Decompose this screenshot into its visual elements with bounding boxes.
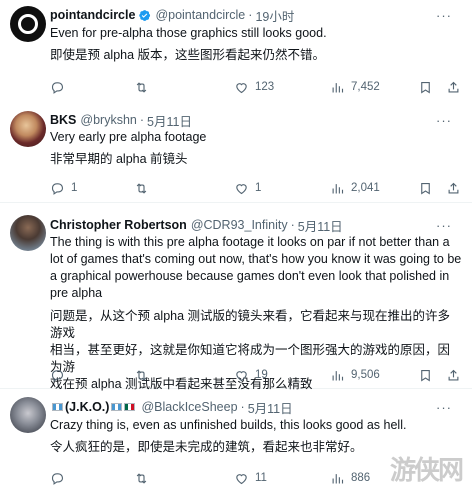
- tweet-2[interactable]: BKS @brykshn · 5月11日 ··· Very early pre …: [0, 105, 472, 203]
- retweet-icon: [136, 81, 147, 93]
- like-button[interactable]: 1: [234, 181, 261, 196]
- reply-icon: [51, 369, 64, 382]
- timestamp[interactable]: 5月11日: [298, 216, 343, 235]
- like-button[interactable]: 11: [234, 471, 267, 486]
- bookmark-icon: [421, 369, 430, 382]
- text-line-translation: 即使是预 alpha 版本，这些图形看起来仍然不错。: [50, 48, 326, 62]
- author-handle[interactable]: @CDR93_Infinity: [191, 218, 288, 232]
- author-name[interactable]: (J.K.O.): [65, 400, 109, 414]
- tweet-1[interactable]: pointandcircle @pointandcircle · 19小时 ··…: [0, 0, 472, 105]
- text-line: The thing is with this pre alpha footage…: [50, 235, 450, 249]
- retweet-button[interactable]: [134, 368, 155, 383]
- share-icon: [448, 182, 459, 193]
- share-button[interactable]: [446, 181, 461, 196]
- retweet-icon: [136, 369, 147, 381]
- separator: ·: [248, 8, 253, 22]
- author-handle[interactable]: @brykshn: [80, 113, 136, 127]
- author-name[interactable]: Christopher Robertson: [50, 218, 187, 232]
- views-button[interactable]: 2,041: [330, 181, 380, 196]
- reply-button[interactable]: [50, 471, 71, 486]
- views-icon: [332, 183, 344, 193]
- reply-button[interactable]: [50, 368, 71, 383]
- like-icon: [236, 370, 247, 381]
- like-icon: [236, 183, 247, 194]
- views-icon: [332, 473, 344, 483]
- flag-icon: [52, 403, 63, 411]
- bookmark-icon: [421, 81, 430, 94]
- reply-icon: [51, 81, 64, 94]
- reply-icon: [51, 472, 64, 485]
- text-line: Crazy thing is, even as unfinished build…: [50, 418, 407, 432]
- timestamp[interactable]: 5月11日: [248, 398, 293, 417]
- verified-badge-icon: [139, 9, 151, 21]
- views-icon: [332, 370, 344, 380]
- author-name[interactable]: pointandcircle: [50, 8, 135, 22]
- like-icon: [236, 82, 247, 93]
- flag-icons: [52, 403, 65, 411]
- text-line: Very early pre alpha footage: [50, 130, 207, 144]
- text-line: a graphical powerhouse because games don…: [50, 269, 450, 283]
- retweet-button[interactable]: [134, 80, 155, 95]
- author-handle[interactable]: @pointandcircle: [155, 8, 245, 22]
- text-line-translation: 非常早期的 alpha 前镜头: [50, 152, 188, 166]
- like-button[interactable]: 19: [234, 368, 268, 383]
- avatar[interactable]: [10, 111, 46, 147]
- share-button[interactable]: [446, 368, 461, 383]
- share-icon: [448, 369, 459, 380]
- share-button[interactable]: [446, 80, 461, 95]
- views-button[interactable]: 886: [330, 471, 370, 486]
- like-button[interactable]: 123: [234, 80, 274, 95]
- action-bar: 1 1 2,041: [50, 179, 462, 197]
- more-icon[interactable]: ···: [436, 8, 452, 23]
- separator: ·: [139, 113, 145, 127]
- flag-icons: [111, 403, 137, 411]
- retweet-button[interactable]: [134, 471, 155, 486]
- avatar[interactable]: [10, 6, 46, 42]
- timestamp[interactable]: 19小时: [255, 6, 294, 25]
- action-bar: 19 9,506: [50, 366, 462, 384]
- text-line: pre alpha: [50, 286, 103, 300]
- timestamp[interactable]: 5月11日: [147, 111, 192, 130]
- more-icon[interactable]: ···: [436, 400, 452, 415]
- watermark-logo: 游侠网: [389, 455, 464, 485]
- views-icon: [332, 82, 344, 92]
- separator: ·: [290, 218, 295, 232]
- flag-icon: [111, 403, 123, 411]
- avatar[interactable]: [10, 215, 46, 251]
- share-icon: [448, 81, 459, 92]
- text-line: lot of games that's coming out now, that…: [50, 252, 462, 266]
- reply-icon: [51, 182, 64, 195]
- tweet-text: Very early pre alpha footage 非常早期的 alpha…: [50, 129, 462, 168]
- bookmark-button[interactable]: [418, 181, 433, 196]
- bookmark-button[interactable]: [418, 80, 433, 95]
- author-name[interactable]: BKS: [50, 113, 76, 127]
- retweet-icon: [136, 182, 147, 194]
- more-icon[interactable]: ···: [436, 113, 452, 128]
- views-button[interactable]: 9,506: [330, 368, 380, 383]
- text-line: Even for pre-alpha those graphics still …: [50, 26, 327, 40]
- reply-button[interactable]: 1: [50, 181, 77, 196]
- more-icon[interactable]: ···: [436, 218, 452, 233]
- retweet-icon: [136, 472, 147, 484]
- like-icon: [236, 473, 247, 484]
- avatar[interactable]: [10, 397, 46, 433]
- action-bar: 123 7,452: [50, 78, 462, 96]
- views-button[interactable]: 7,452: [330, 80, 380, 95]
- retweet-button[interactable]: [134, 181, 155, 196]
- bookmark-button[interactable]: [418, 368, 433, 383]
- bookmark-icon: [421, 182, 430, 195]
- tweet-3[interactable]: Christopher Robertson @CDR93_Infinity · …: [0, 203, 472, 391]
- reply-button[interactable]: [50, 80, 71, 95]
- tweet-text: Even for pre-alpha those graphics still …: [50, 25, 462, 64]
- author-handle[interactable]: @BlackIceSheep: [141, 400, 237, 414]
- text-line-translation: 问题是，从这个预 alpha 测试版的镜头来看，它看起来与现在推出的许多游戏: [50, 309, 451, 340]
- separator: ·: [240, 400, 245, 414]
- flag-icon: [124, 403, 136, 411]
